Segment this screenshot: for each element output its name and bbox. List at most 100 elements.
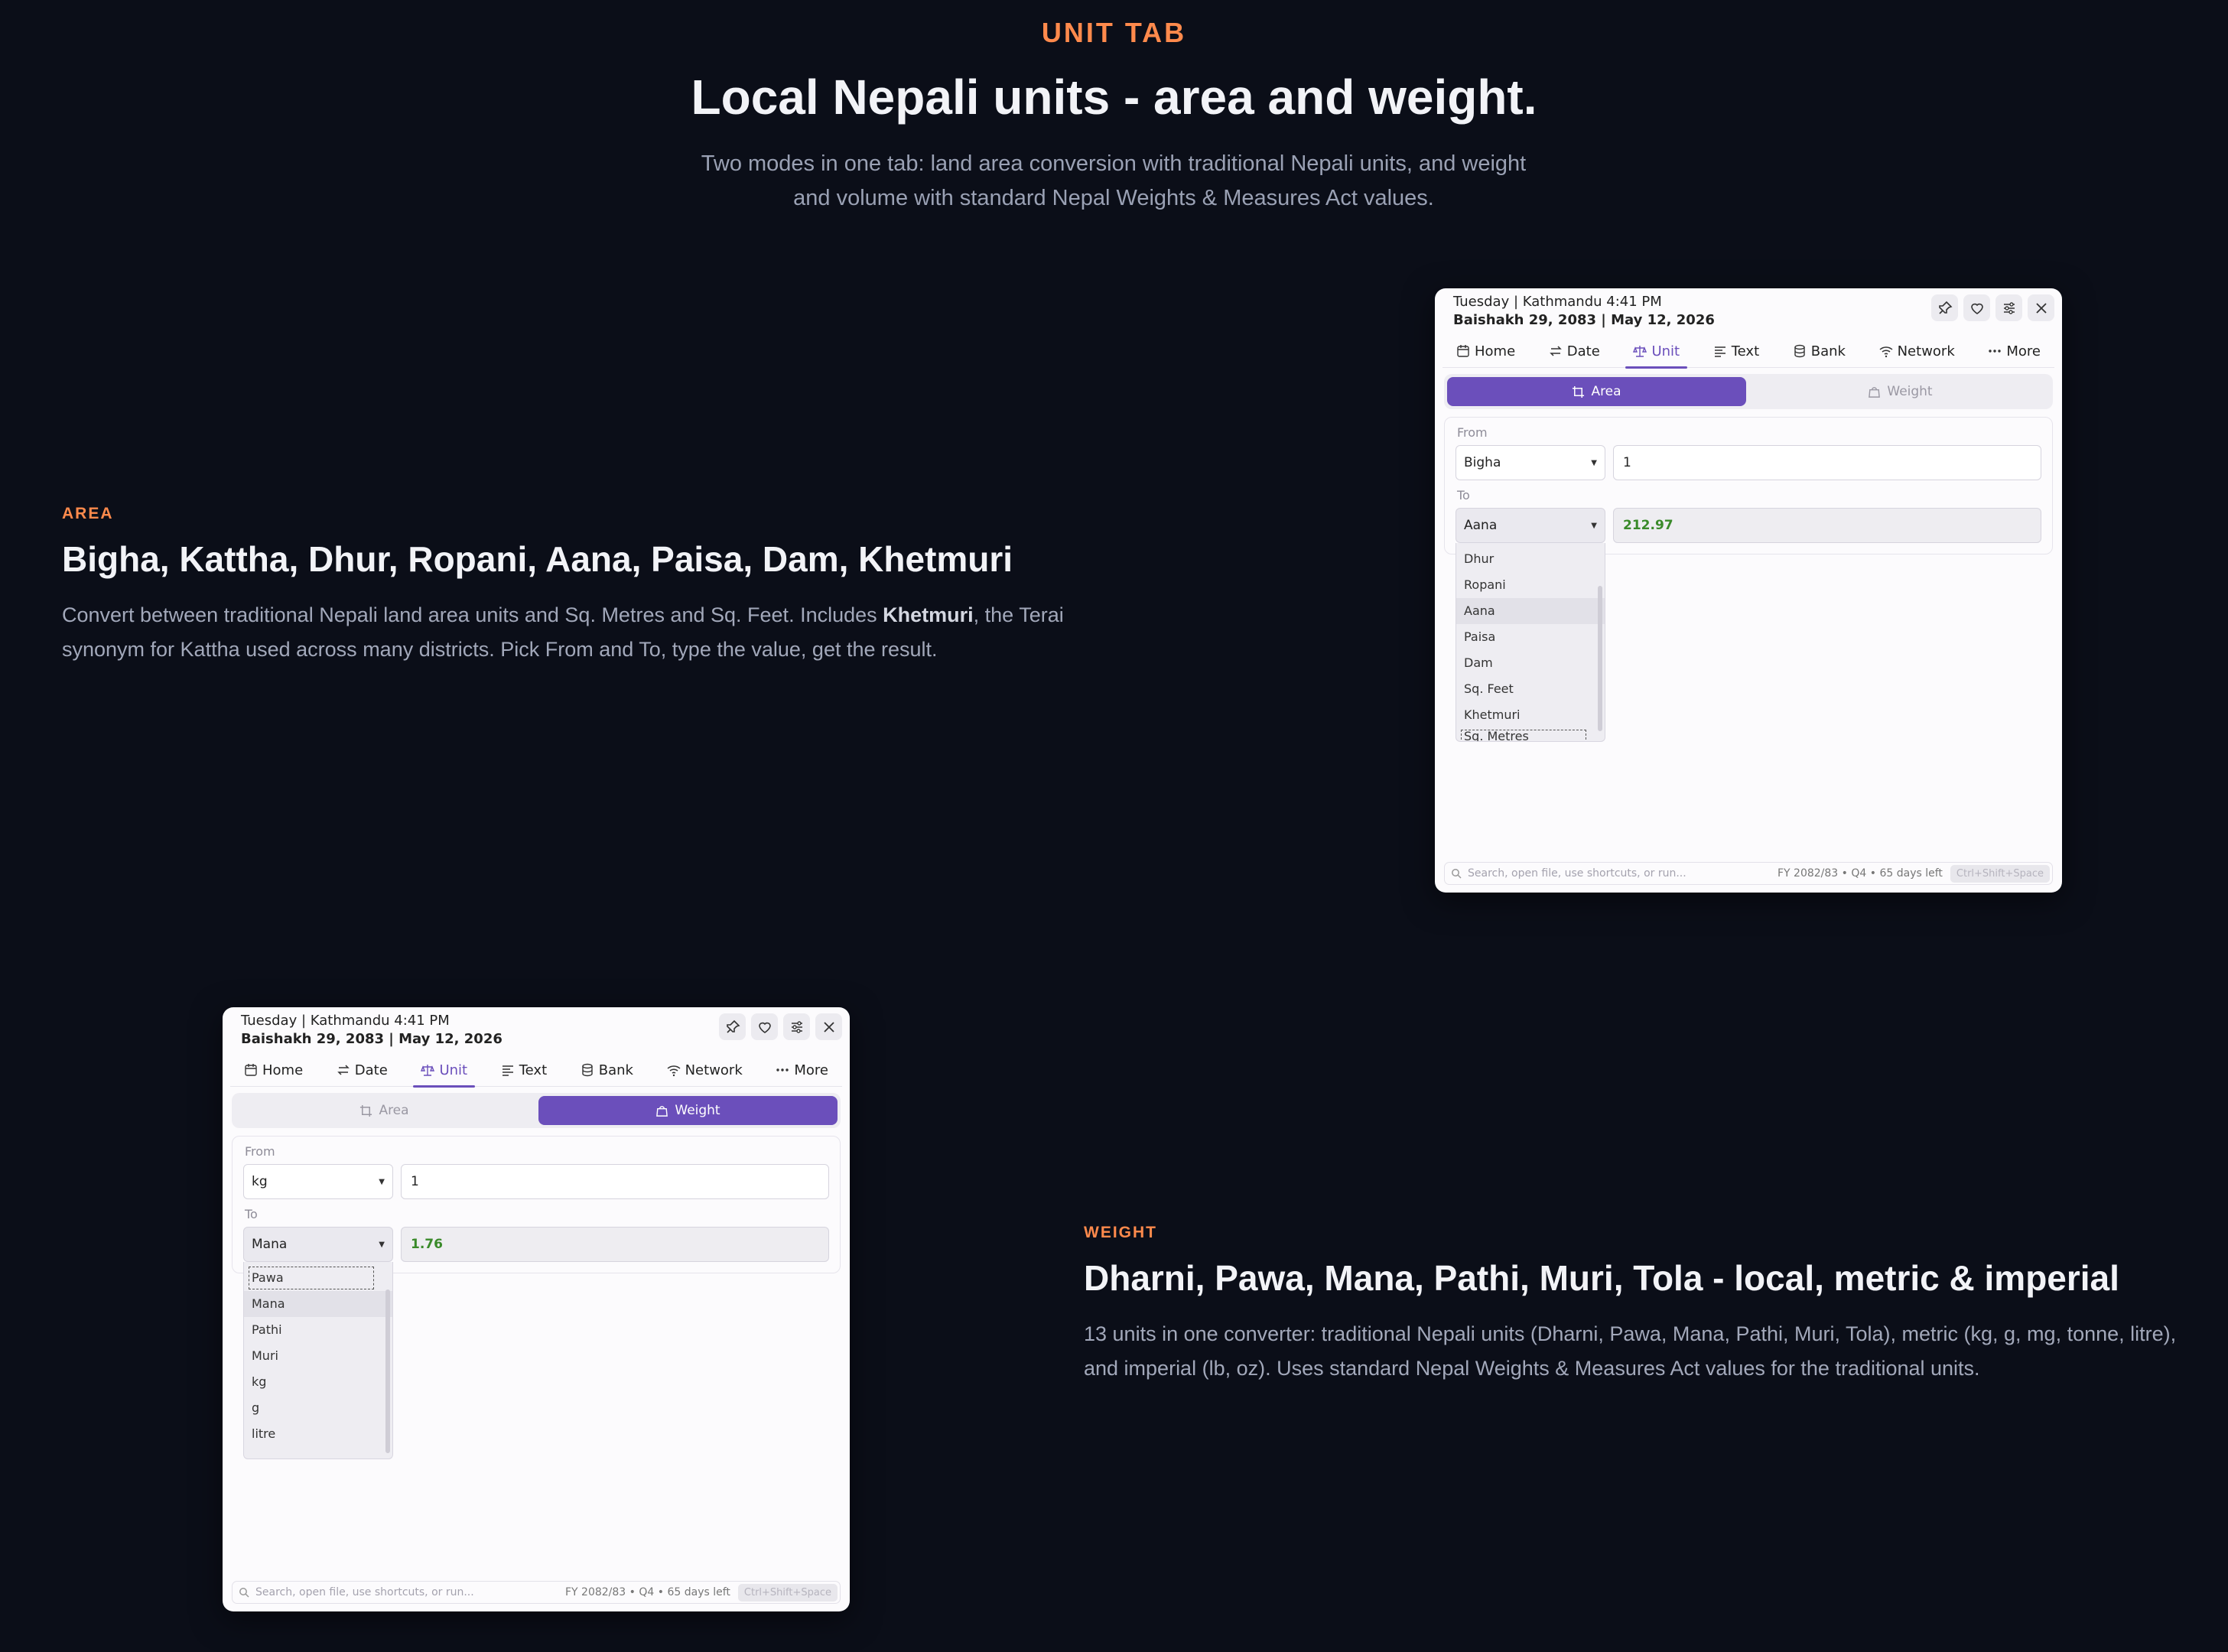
dropdown-option[interactable]: Muri <box>244 1343 392 1369</box>
from-unit-select[interactable]: Bigha ▼ <box>1456 445 1605 480</box>
section-eyebrow: UNIT TAB <box>1041 17 1187 48</box>
scale-icon <box>1633 346 1647 357</box>
text-lines-icon <box>502 1065 513 1076</box>
calendar-icon <box>245 1064 257 1076</box>
settings-button[interactable] <box>1995 294 2022 321</box>
weight-description: 13 units in one converter: traditional N… <box>1084 1322 2177 1380</box>
converter-card: From Bigha ▼ 1 To Aana ▼ 212.97 <box>1444 417 2053 554</box>
dropdown-scrollbar[interactable] <box>1598 586 1602 731</box>
dropdown-scrollbar[interactable] <box>385 1289 390 1453</box>
tab-home[interactable]: Home <box>230 1053 317 1087</box>
favorite-button[interactable] <box>751 1013 778 1040</box>
settings-button[interactable] <box>783 1013 810 1040</box>
sliders-icon <box>2003 301 2015 314</box>
search-icon <box>239 1588 249 1598</box>
pin-button[interactable] <box>1931 294 1958 321</box>
to-unit-select[interactable]: Mana ▼ <box>243 1227 393 1262</box>
caret-icon: ▼ <box>1591 521 1597 530</box>
result-value: 212.97 <box>1613 508 2041 543</box>
area-tag: AREA <box>62 505 114 522</box>
section-lede: Two modes in one tab: land area conversi… <box>701 151 1527 210</box>
command-bar[interactable]: Search, open file, use shortcuts, or run… <box>1444 862 2053 885</box>
shortcut-badge: Ctrl+Shift+Space <box>1950 864 2050 883</box>
more-dots-icon <box>1989 350 2002 353</box>
tab-unit[interactable]: Unit <box>407 1053 481 1088</box>
mode-switch: Area Weight <box>1444 374 2053 409</box>
wifi-icon <box>1879 346 1893 358</box>
dropdown-option[interactable]: Pathi <box>244 1317 392 1343</box>
pin-button[interactable] <box>719 1013 746 1040</box>
dropdown-option[interactable]: Khetmuri <box>1456 702 1605 728</box>
text-lines-icon <box>1714 346 1725 357</box>
mode-weight-button[interactable]: Weight <box>538 1096 838 1125</box>
dropdown-option[interactable]: litre <box>244 1421 392 1447</box>
tab-bar: Home Date Unit Text Bank Network More <box>230 1053 842 1088</box>
converter-card: From kg ▼ 1 To Mana ▼ 1.76 <box>232 1136 841 1273</box>
dropdown-option[interactable]: Ropani <box>1456 572 1605 598</box>
dropdown-option[interactable]: g <box>244 1395 392 1421</box>
khetmuri-emphasis: Khetmuri <box>883 603 974 626</box>
window-header: Tuesday | Kathmandu 4:41 PM Baishakh 29,… <box>1453 293 1715 330</box>
tab-text[interactable]: Text <box>487 1053 561 1087</box>
crop-icon <box>360 1104 372 1117</box>
close-button[interactable] <box>2028 294 2054 321</box>
database-icon <box>582 1063 593 1077</box>
close-icon <box>823 1021 834 1032</box>
dropdown-option[interactable]: kg <box>244 1369 392 1395</box>
dropdown-option-selected[interactable]: Mana <box>244 1291 392 1317</box>
area-title: Bigha, Kattha, Dhur, Ropani, Aana, Paisa… <box>62 539 1013 579</box>
pin-icon <box>1938 301 1952 314</box>
dropdown-option-focused[interactable]: Sq. Metres <box>1459 728 1588 741</box>
dropdown-option[interactable]: Paisa <box>1456 624 1605 650</box>
tab-text[interactable]: Text <box>1699 334 1773 368</box>
favorite-button[interactable] <box>1963 294 1990 321</box>
to-label: To <box>245 1207 258 1221</box>
from-unit-select[interactable]: kg ▼ <box>243 1164 393 1199</box>
close-button[interactable] <box>815 1013 842 1040</box>
weight-title: Dharni, Pawa, Mana, Pathi, Muri, Tola - … <box>1084 1258 2119 1298</box>
command-bar[interactable]: Search, open file, use shortcuts, or run… <box>232 1581 841 1604</box>
tab-more[interactable]: More <box>762 1053 842 1087</box>
weight-icon <box>656 1105 668 1117</box>
dropdown-option[interactable]: Dam <box>1456 650 1605 676</box>
caret-icon: ▼ <box>379 1240 385 1249</box>
to-unit-select[interactable]: Aana ▼ <box>1456 508 1605 543</box>
dropdown-option[interactable]: Dhur <box>1456 546 1605 572</box>
calendar-icon <box>1457 345 1469 357</box>
tab-more[interactable]: More <box>1974 334 2054 368</box>
mode-switch: Area Weight <box>232 1093 841 1128</box>
mode-area-button[interactable]: Area <box>1447 377 1746 406</box>
tab-home[interactable]: Home <box>1443 334 1529 368</box>
mode-area-button[interactable]: Area <box>235 1096 534 1125</box>
search-icon <box>1452 869 1462 879</box>
area-app-window: Tuesday | Kathmandu 4:41 PM Baishakh 29,… <box>1435 288 2062 893</box>
pin-icon <box>726 1019 740 1033</box>
heart-icon <box>758 1022 771 1033</box>
tab-bar: Home Date Unit Text Bank Network More <box>1443 334 2054 369</box>
swap-icon <box>337 1065 350 1075</box>
from-value-input[interactable]: 1 <box>1613 445 2041 480</box>
tab-bank[interactable]: Bank <box>567 1053 647 1087</box>
dropdown-option[interactable]: Sq. Feet <box>1456 676 1605 702</box>
dropdown-option-focused[interactable]: Pawa <box>247 1265 376 1291</box>
dropdown-option-selected[interactable]: Aana <box>1456 598 1605 624</box>
result-value: 1.76 <box>401 1227 829 1262</box>
more-dots-icon <box>776 1068 789 1072</box>
tab-date[interactable]: Date <box>323 1053 402 1087</box>
mode-weight-button[interactable]: Weight <box>1751 377 2050 406</box>
day-time-line: Tuesday | Kathmandu 4:41 PM <box>1453 294 1662 310</box>
tab-network[interactable]: Network <box>653 1053 756 1087</box>
from-value-input[interactable]: 1 <box>401 1164 829 1199</box>
fiscal-year-info: FY 2082/83 • Q4 • 65 days left <box>1778 867 1943 880</box>
to-unit-dropdown: Pawa Mana Pathi Muri kg g litre <box>243 1262 393 1459</box>
tab-date[interactable]: Date <box>1535 334 1614 368</box>
database-icon <box>1794 344 1805 358</box>
heart-icon <box>1970 303 1983 314</box>
swap-icon <box>1549 346 1562 356</box>
tab-unit[interactable]: Unit <box>1619 334 1693 369</box>
sliders-icon <box>791 1020 802 1033</box>
weight-app-window: Tuesday | Kathmandu 4:41 PM Baishakh 29,… <box>223 1007 850 1611</box>
to-label: To <box>1457 488 1470 502</box>
tab-bank[interactable]: Bank <box>1779 334 1859 368</box>
tab-network[interactable]: Network <box>1865 334 1969 368</box>
